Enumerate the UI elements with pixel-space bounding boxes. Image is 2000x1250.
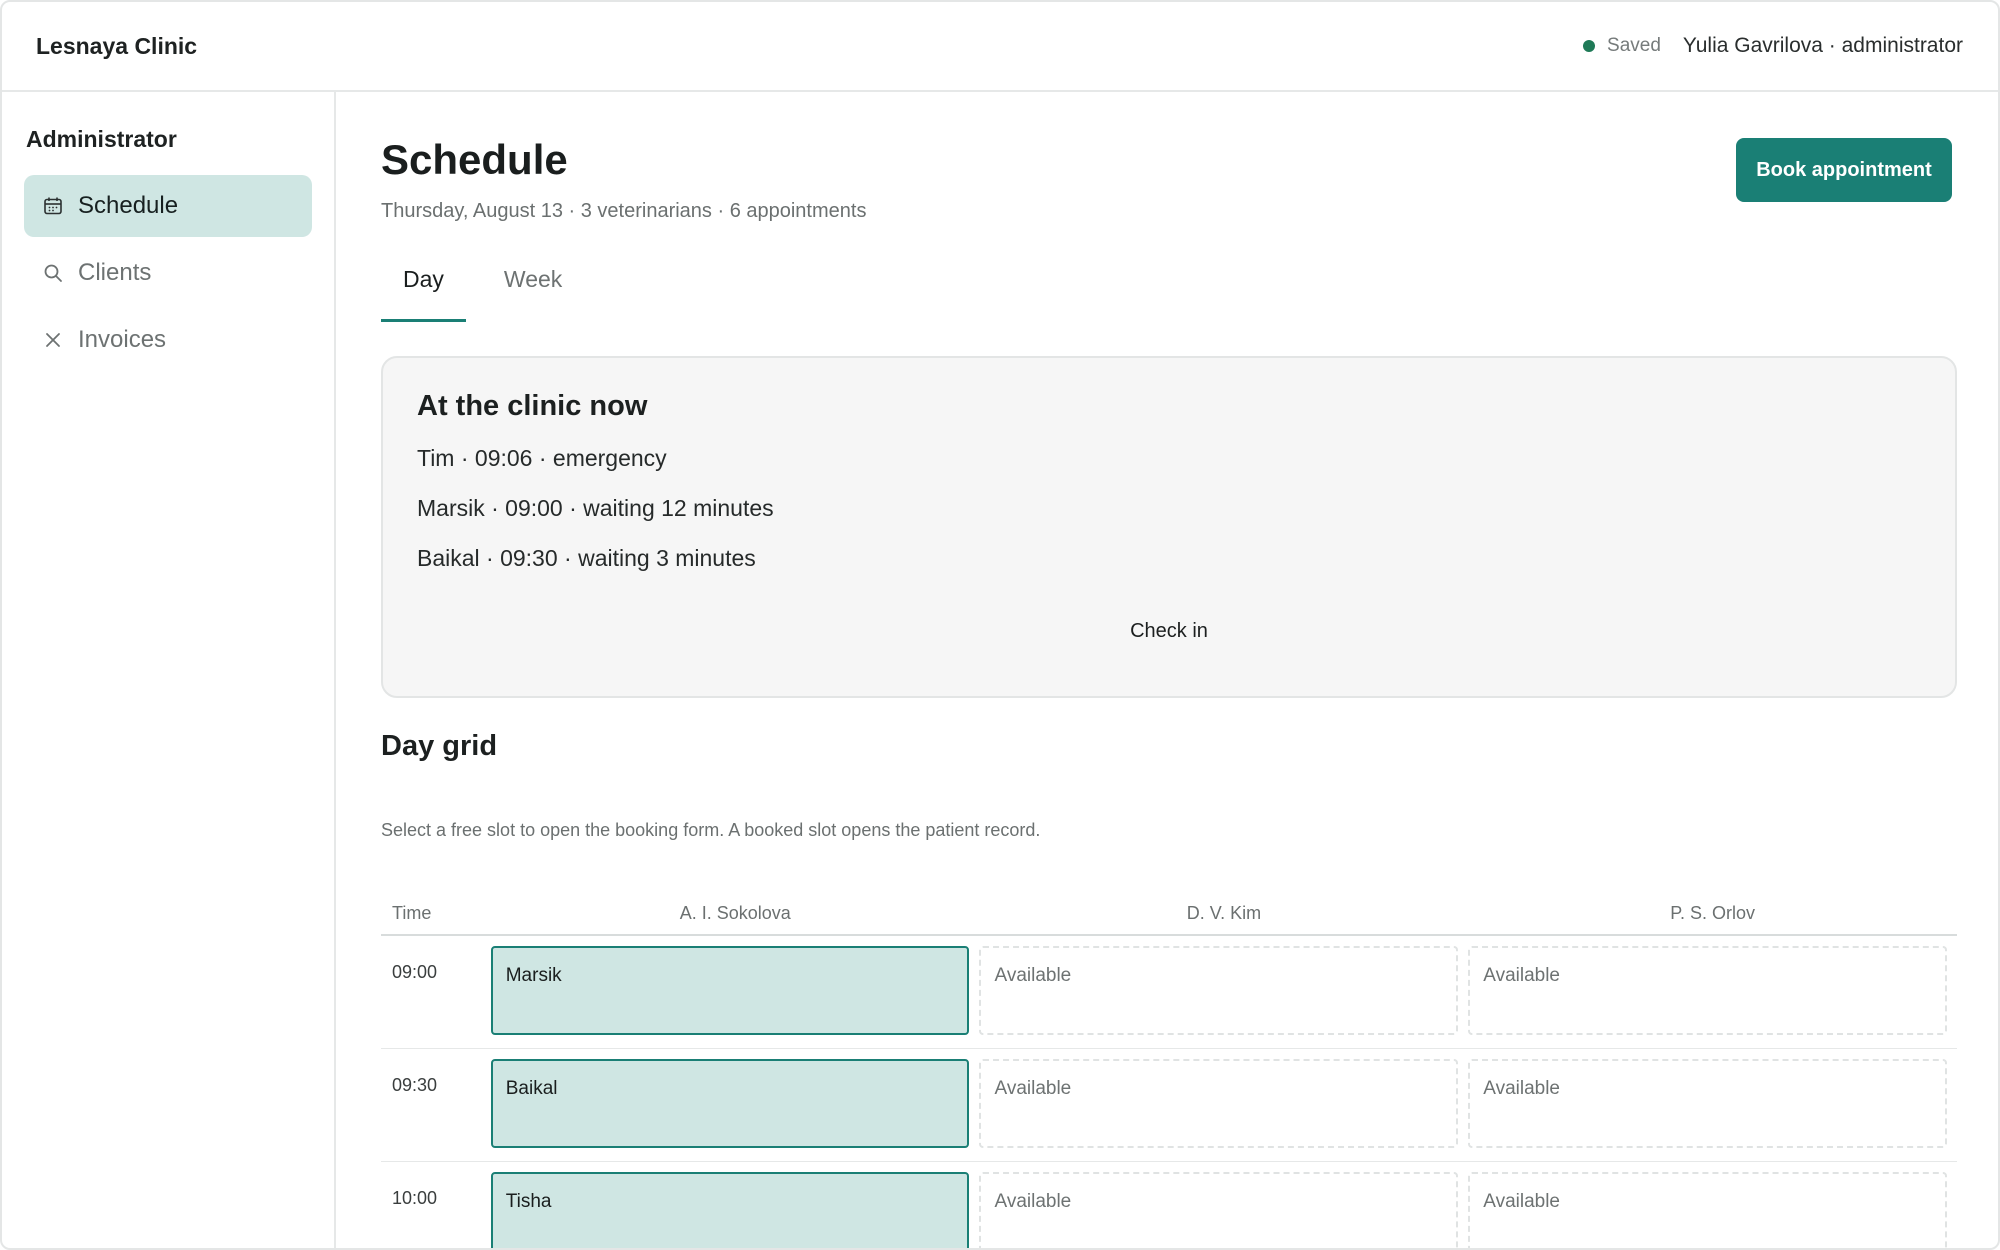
user-label[interactable]: Yulia Gavrilova · administrator — [1683, 34, 1963, 58]
page-title: Schedule — [381, 136, 568, 183]
list-item: Tim · 09:06 · emergency — [417, 445, 667, 471]
book-appointment-button[interactable]: Book appointment — [1736, 138, 1952, 202]
topbar-status: Saved Yulia Gavrilova · administrator — [1583, 34, 1964, 58]
top-bar: Lesnaya Clinic Saved Yulia Gavrilova · a… — [2, 2, 1998, 92]
booked-slot[interactable]: Tisha — [490, 1172, 970, 1248]
column-header-vet: A. I. Sokolova — [679, 902, 791, 923]
column-header-vet: P. S. Orlov — [1670, 902, 1755, 923]
sidebar-item-invoices[interactable]: Invoices — [24, 309, 312, 371]
close-icon — [42, 329, 64, 351]
list-item: Marsik · 09:00 · waiting 12 minutes — [417, 495, 774, 521]
booked-slot[interactable]: Marsik — [490, 946, 970, 1035]
sidebar: Administrator Schedule Clients Invoices — [2, 92, 336, 1248]
saved-status-dot — [1583, 40, 1596, 52]
tab-day[interactable]: Day — [381, 264, 466, 322]
available-slot[interactable]: Available — [979, 1059, 1459, 1148]
check-in-button[interactable]: Check in — [383, 620, 1955, 643]
card-title: At the clinic now — [417, 390, 648, 422]
app-window: Lesnaya Clinic Saved Yulia Gavrilova · a… — [0, 0, 2000, 1250]
sidebar-item-label: Schedule — [78, 192, 179, 219]
available-slot[interactable]: Available — [1468, 1172, 1947, 1248]
sidebar-item-label: Clients — [78, 259, 152, 286]
sidebar-title: Administrator — [26, 126, 177, 152]
column-header-vet: D. V. Kim — [1186, 902, 1262, 923]
time-cell: 09:30 — [392, 1075, 438, 1095]
saved-status-label: Saved — [1607, 35, 1661, 56]
available-slot[interactable]: Available — [1468, 1059, 1947, 1148]
section-title: Day grid — [381, 730, 498, 762]
booked-slot[interactable]: Baikal — [490, 1059, 970, 1148]
table-row: 09:00 Marsik Available Available — [381, 936, 1957, 1049]
available-slot[interactable]: Available — [979, 946, 1459, 1035]
search-icon — [42, 262, 64, 284]
sidebar-item-label: Invoices — [78, 326, 167, 353]
available-slot[interactable]: Available — [1468, 946, 1947, 1035]
time-cell: 10:00 — [392, 1188, 438, 1208]
table-row: 10:00 Tisha Available Available — [381, 1162, 1957, 1248]
calendar-icon — [42, 195, 64, 217]
time-cell: 09:00 — [392, 962, 438, 982]
brand-name: Lesnaya Clinic — [36, 32, 198, 59]
help-text: Select a free slot to open the booking f… — [381, 820, 1041, 840]
sidebar-item-clients[interactable]: Clients — [24, 242, 312, 304]
view-tabs: Day Week — [381, 264, 584, 322]
column-header-time: Time — [392, 902, 432, 923]
list-item: Baikal · 09:30 · waiting 3 minutes — [417, 545, 756, 571]
main-content: Schedule Thursday, August 13 · 3 veterin… — [336, 92, 1998, 1248]
table-row: 09:30 Baikal Available Available — [381, 1049, 1957, 1162]
page-subtitle: Thursday, August 13 · 3 veterinarians · … — [381, 200, 867, 222]
grid-header: Time A. I. Sokolova D. V. Kim P. S. Orlo… — [381, 892, 1957, 936]
day-grid: Time A. I. Sokolova D. V. Kim P. S. Orlo… — [381, 892, 1957, 1248]
tab-week[interactable]: Week — [482, 264, 584, 322]
at-clinic-now-card: At the clinic now Tim · 09:06 · emergenc… — [381, 356, 1957, 698]
sidebar-item-schedule[interactable]: Schedule — [24, 175, 312, 237]
available-slot[interactable]: Available — [979, 1172, 1459, 1248]
